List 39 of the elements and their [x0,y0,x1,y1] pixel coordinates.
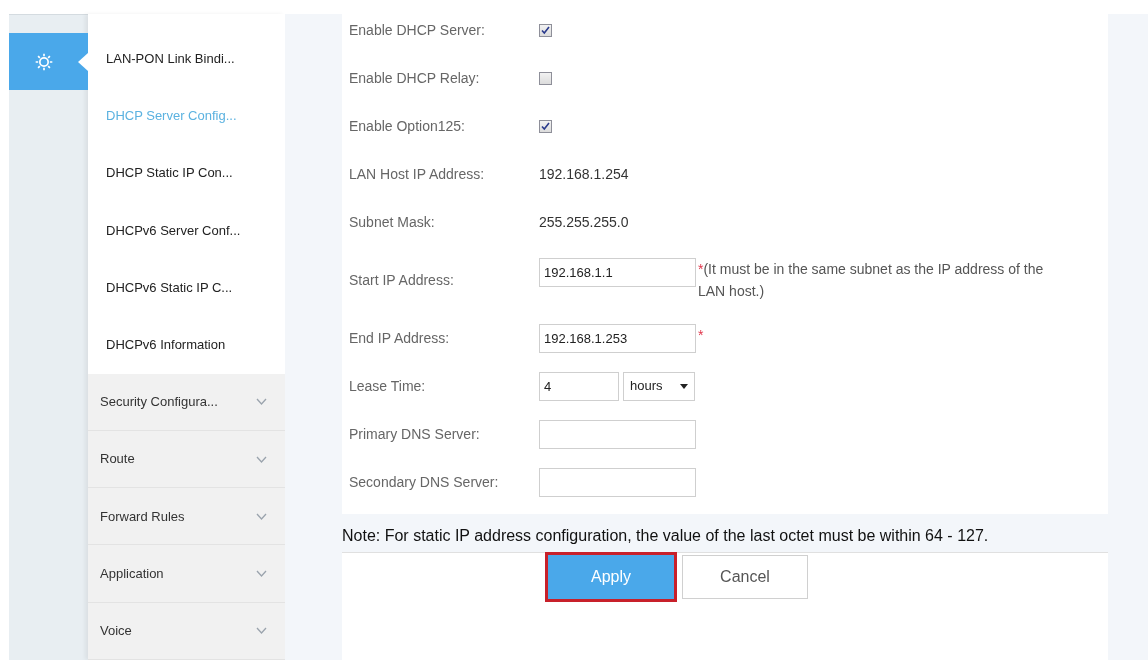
check-icon [541,121,550,131]
field-label: LAN Host IP Address: [349,164,486,184]
ip-input[interactable] [539,467,696,497]
field-label: Enable DHCP Relay: [349,68,481,88]
rail-item[interactable] [9,33,88,90]
dropdown-arrow-icon [680,383,688,389]
checkbox[interactable] [539,23,552,37]
field-label: Enable DHCP Server: [349,20,486,40]
submenu-item[interactable]: LAN-PON Link Bindi... [88,30,285,88]
unit-dropdown[interactable]: hours [623,371,695,401]
field-label: Secondary DNS Server: [349,472,500,492]
chevron-icon [256,570,267,578]
chevron-icon [256,512,267,520]
field-label: Primary DNS Server: [349,424,481,444]
submenu-item[interactable]: DHCP Static IP Con... [88,144,285,202]
field-value: 192.168.1.254 [539,164,629,184]
ip-input[interactable] [539,419,696,449]
field-label: Lease Time: [349,376,427,396]
hint-text: * [697,325,705,345]
submenu-item[interactable]: DHCPv6 Information [88,316,285,374]
field-value: 255.255.255.0 [539,212,629,232]
ip-input[interactable]: 192.168.1.1 [539,258,696,287]
submenu-item[interactable]: DHCPv6 Static IP C... [88,259,285,317]
chevron-icon [256,398,267,406]
field-label: End IP Address: [349,328,451,348]
checkbox[interactable] [539,119,552,133]
lease-time-input[interactable]: 4 [539,371,619,401]
field-label: Enable Option125: [349,116,466,136]
checkbox[interactable] [539,71,552,85]
cancel-button[interactable]: Cancel [682,555,808,599]
ip-input[interactable]: 192.168.1.253 [539,323,696,353]
settings-icon [34,51,54,72]
hint-text: *(It must be in the same subnet as the IP address of the LAN host.) [697,260,1045,301]
chevron-icon [256,455,267,463]
submenu-item[interactable]: DHCPv6 Server Conf... [88,201,285,260]
field-label: Start IP Address: [349,270,455,290]
check-icon [541,25,550,35]
field-label: Subnet Mask: [349,212,436,232]
chevron-icon [256,627,267,635]
